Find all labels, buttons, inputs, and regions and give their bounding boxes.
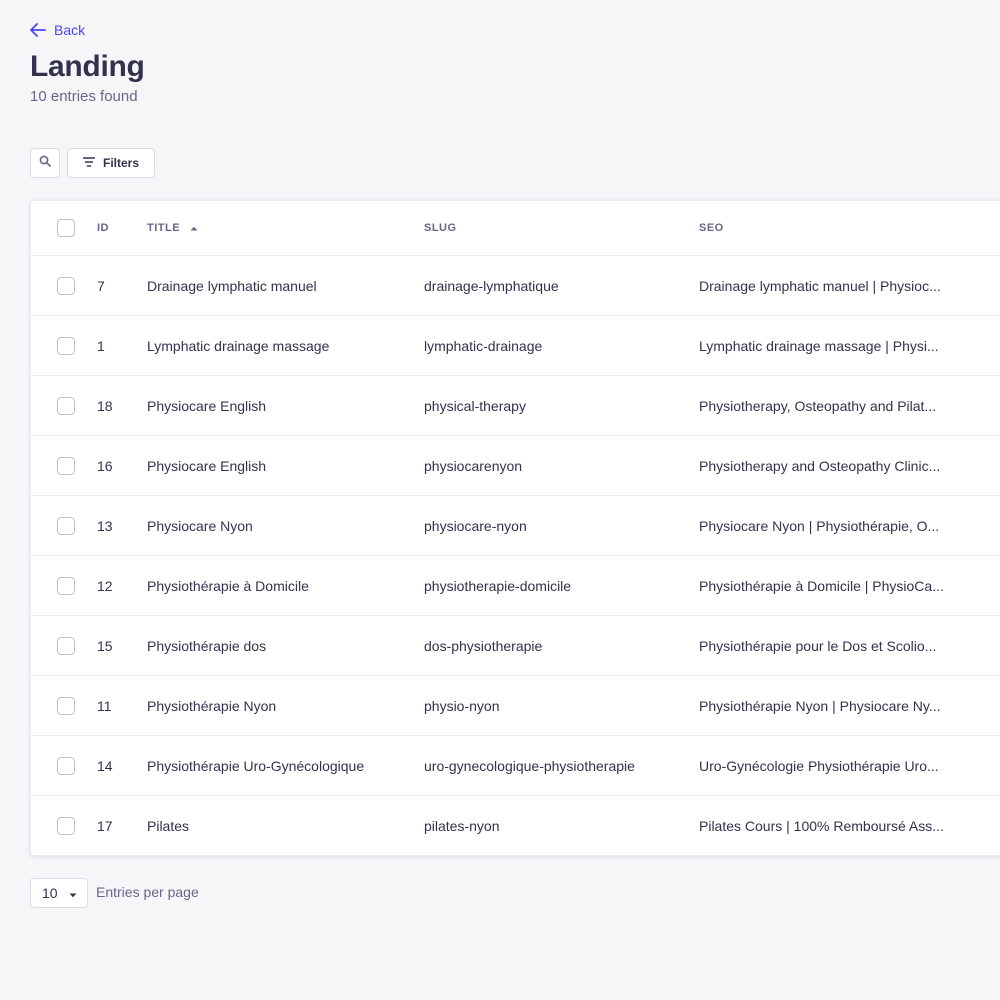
cell-id: 12	[97, 577, 113, 594]
cell-seo: Physiocare Nyon | Physiothérapie, O...	[699, 517, 940, 534]
table-row[interactable]: 14 Physiothérapie Uro-Gynécologique uro-gy…	[31, 735, 1000, 795]
row-checkbox[interactable]	[57, 336, 75, 355]
cell-title: Physiocare Nyon	[147, 517, 253, 534]
cell-seo: Drainage lymphatic manuel | Physioc...	[699, 277, 941, 294]
entries-per-page-label: Entries per page	[96, 884, 199, 900]
table-row[interactable]: 11 Physiothérapie Nyon physio-nyon Physioth…	[31, 675, 1000, 735]
content-manager-list-view: Back Landing 10 entries found Filters ID…	[0, 0, 1000, 1000]
row-checkbox[interactable]	[57, 816, 75, 835]
cell-slug: physiotherapie-domicile	[424, 577, 572, 594]
cell-slug: drainage-lymphatique	[424, 277, 559, 294]
table-header-row: ID TITLE SLUG SEO	[31, 201, 1000, 255]
filter-icon	[82, 156, 96, 170]
table-row[interactable]: 16 Physiocare English physiocarenyon Physio…	[31, 435, 1000, 495]
cell-seo: Physiothérapie à Domicile | PhysioCa...	[699, 577, 944, 594]
search-button[interactable]	[30, 148, 60, 178]
table-row[interactable]: 17 Pilates pilates-nyon Pilates Cours | 100…	[31, 795, 1000, 855]
cell-title: Physiocare English	[147, 397, 267, 414]
cell-slug: physical-therapy	[424, 397, 526, 414]
cell-seo: Lymphatic drainage massage | Physi...	[699, 337, 939, 354]
cell-slug: uro-gynecologique-physiotherapie	[424, 757, 635, 774]
sort-ascending-icon	[190, 222, 198, 234]
table-row[interactable]: 12 Physiothérapie à Domicile physiotherapi…	[31, 555, 1000, 615]
cell-title: Physiocare English	[147, 457, 267, 474]
table-row[interactable]: 13 Physiocare Nyon physiocare-nyon Physioca…	[31, 495, 1000, 555]
column-header-slug[interactable]: SLUG	[424, 201, 457, 255]
cell-seo: Physiotherapy and Osteopathy Clinic...	[699, 457, 941, 474]
cell-id: 7	[97, 277, 105, 294]
cell-id: 14	[97, 757, 113, 774]
search-icon	[39, 154, 51, 172]
table-row[interactable]: 7 Drainage lymphatic manuel drainage-lymph…	[31, 255, 1000, 315]
table-row[interactable]: 15 Physiothérapie dos dos-physiotherapie Ph…	[31, 615, 1000, 675]
cell-title: Drainage lymphatic manuel	[147, 277, 317, 294]
row-checkbox[interactable]	[57, 576, 75, 595]
cell-seo: Physiothérapie Nyon | Physiocare Ny...	[699, 697, 941, 714]
back-link-label: Back	[54, 22, 86, 38]
column-header-title-label: TITLE	[147, 222, 181, 234]
cell-id: 1	[97, 337, 105, 354]
cell-id: 13	[97, 517, 113, 534]
row-checkbox[interactable]	[57, 516, 75, 535]
cell-id: 18	[97, 397, 113, 414]
row-checkbox[interactable]	[57, 756, 75, 775]
caret-down-icon	[69, 885, 77, 901]
arrow-left-icon	[30, 23, 46, 37]
row-checkbox[interactable]	[57, 696, 75, 715]
cell-title: Physiothérapie Uro-Gynécologique	[147, 757, 365, 774]
cell-seo: Pilates Cours | 100% Remboursé Ass...	[699, 817, 944, 834]
table-row[interactable]: 18 Physiocare English physical-therapy Phys…	[31, 375, 1000, 435]
cell-slug: pilates-nyon	[424, 817, 500, 834]
cell-title: Physiothérapie Nyon	[147, 697, 277, 714]
back-link[interactable]: Back	[30, 22, 85, 38]
entries-table: ID TITLE SLUG SEO 7 Drainage lymphatic ma…	[30, 200, 1000, 856]
select-all-checkbox[interactable]	[57, 219, 75, 237]
row-checkbox[interactable]	[57, 636, 75, 655]
column-header-seo[interactable]: SEO	[699, 201, 724, 255]
entries-per-page-select[interactable]: 10	[30, 878, 88, 908]
cell-seo: Physiothérapie pour le Dos et Scolio...	[699, 637, 937, 654]
column-header-title[interactable]: TITLE	[147, 201, 198, 255]
row-checkbox[interactable]	[57, 456, 75, 475]
table-row[interactable]: 1 Lymphatic drainage massage lymphatic-dra…	[31, 315, 1000, 375]
entries-per-page-value: 10	[42, 885, 58, 901]
filters-button[interactable]: Filters	[67, 148, 156, 178]
cell-slug: physiocarenyon	[424, 457, 523, 474]
cell-id: 11	[97, 697, 112, 714]
filters-button-label: Filters	[103, 156, 140, 170]
cell-slug: dos-physiotherapie	[424, 637, 543, 654]
cell-title: Physiothérapie dos	[147, 637, 267, 654]
cell-slug: physio-nyon	[424, 697, 500, 714]
row-checkbox[interactable]	[57, 276, 75, 295]
cell-title: Physiothérapie à Domicile	[147, 577, 309, 594]
cell-id: 15	[97, 637, 113, 654]
cell-title: Pilates	[147, 817, 190, 834]
row-checkbox[interactable]	[57, 396, 75, 415]
cell-id: 16	[97, 457, 113, 474]
column-header-id[interactable]: ID	[97, 201, 109, 255]
cell-title: Lymphatic drainage massage	[147, 337, 330, 354]
cell-slug: physiocare-nyon	[424, 517, 527, 534]
cell-id: 17	[97, 817, 113, 834]
cell-seo: Uro-Gynécologie Physiothérapie Uro...	[699, 757, 939, 774]
cell-seo: Physiotherapy, Osteopathy and Pilat...	[699, 397, 937, 414]
page-title: Landing	[30, 50, 145, 83]
entries-count: 10 entries found	[30, 88, 138, 105]
cell-slug: lymphatic-drainage	[424, 337, 543, 354]
